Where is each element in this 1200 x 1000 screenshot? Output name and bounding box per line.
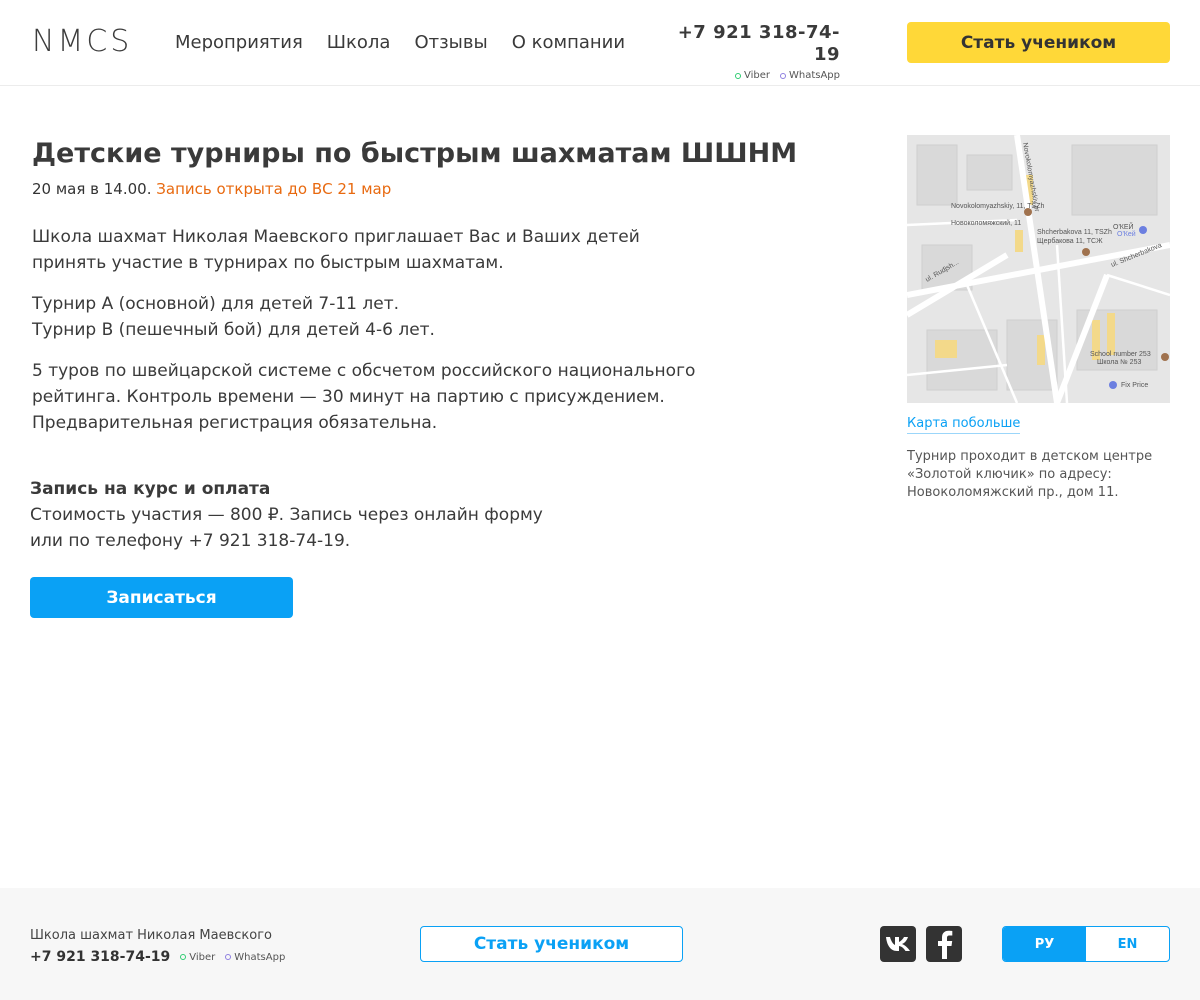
footer-viber-link[interactable]: Viber xyxy=(180,952,215,963)
footer-messengers: Viber WhatsApp xyxy=(180,952,285,963)
whatsapp-link[interactable]: WhatsApp xyxy=(779,70,840,82)
footer-whatsapp-label: WhatsApp xyxy=(234,951,286,963)
registration-status: Запись открыта до ВС 21 мар xyxy=(156,180,392,198)
map-label-addr2-ru: Щербакова 11, ТСЖ xyxy=(1037,237,1103,245)
lang-en[interactable]: EN xyxy=(1086,927,1169,961)
tournament-a: Турнир А (основной) для детей 7-11 лет. xyxy=(32,294,400,314)
event-intro: Школа шахмат Николая Маевского приглашае… xyxy=(32,224,712,276)
map-graphic: Novokolomyazhskiy pr Novokolomyazhskiy, … xyxy=(907,135,1170,403)
language-switcher: РУ EN xyxy=(1002,926,1170,962)
price-line-2: или по телефону +7 921 318-74-19. xyxy=(30,531,351,551)
event-subtitle: 20 мая в 14.00. Запись открыта до ВС 21 … xyxy=(32,178,391,200)
facebook-glyph xyxy=(938,930,953,959)
viber-link[interactable]: Viber xyxy=(734,70,770,82)
site-logo[interactable]: NMCS xyxy=(32,27,132,57)
site-footer: Школа шахмат Николая Маевского +7 921 31… xyxy=(0,888,1200,1000)
event-tournaments: Турнир А (основной) для детей 7-11 лет. … xyxy=(32,291,712,343)
whatsapp-label: WhatsApp xyxy=(788,70,840,81)
whatsapp-icon xyxy=(225,954,232,960)
viber-icon xyxy=(180,954,187,960)
tournament-b: Турнир B (пешечный бой) для детей 4-6 ле… xyxy=(32,320,435,340)
event-date: 20 мая в 14.00. xyxy=(32,180,152,198)
footer-viber-label: Viber xyxy=(189,951,216,963)
vk-icon[interactable] xyxy=(880,926,916,962)
event-rules: 5 туров по швейцарской системе с обсчето… xyxy=(32,361,696,433)
event-intro-text: Школа шахмат Николая Маевского приглашае… xyxy=(32,227,640,273)
vk-glyph xyxy=(886,937,910,951)
whatsapp-icon xyxy=(779,73,786,79)
map-label-addr1-ru: Новоколомяжский, 11 xyxy=(951,219,1021,227)
price-info: Стоимость участия — 800 ₽. Запись через … xyxy=(30,502,550,554)
viber-label: Viber xyxy=(743,70,770,81)
map-label-okey2: О'Кей xyxy=(1117,230,1136,238)
site-header: NMCS Мероприятия Школа Отзывы О компании… xyxy=(0,0,1200,86)
facebook-icon[interactable] xyxy=(926,926,962,962)
location-map[interactable]: Novokolomyazhskiy pr Novokolomyazhskiy, … xyxy=(907,135,1170,403)
viber-icon xyxy=(734,73,741,79)
footer-whatsapp-link[interactable]: WhatsApp xyxy=(225,952,285,963)
footer-become-student-button[interactable]: Стать учеником xyxy=(420,926,683,962)
nav-item-events[interactable]: Мероприятия xyxy=(175,31,303,55)
header-contacts: +7 921 318-74-19 Viber WhatsApp xyxy=(674,22,840,82)
payment-section-title: Запись на курс и оплата xyxy=(30,479,271,499)
page-title: Детские турниры по быстрым шахматам ШШНМ xyxy=(32,138,798,169)
header-messengers: Viber WhatsApp xyxy=(674,70,840,82)
footer-phone[interactable]: +7 921 318-74-19 xyxy=(30,949,170,965)
lang-ru[interactable]: РУ xyxy=(1003,927,1086,961)
nav-item-reviews[interactable]: Отзывы xyxy=(414,31,487,55)
footer-school-name: Школа шахмат Николая Маевского xyxy=(30,928,272,943)
become-student-button[interactable]: Стать учеником xyxy=(907,22,1170,63)
map-label-addr1: Novokolomyazhskiy, 11, TSZh xyxy=(951,203,1044,210)
nav-item-school[interactable]: Школа xyxy=(327,31,391,55)
header-phone[interactable]: +7 921 318-74-19 xyxy=(674,22,840,66)
footer-contacts: +7 921 318-74-19 Viber WhatsApp xyxy=(30,949,285,965)
price-line-1: Стоимость участия — 800 ₽. Запись через … xyxy=(30,505,543,525)
venue-note: Турнир проходит в детском центре «Золото… xyxy=(907,449,1153,500)
map-label-school-ru: Школа № 253 xyxy=(1097,359,1141,366)
map-label-okey: О'КЕЙ xyxy=(1113,222,1134,231)
signup-button[interactable]: Записаться xyxy=(30,577,293,618)
main-nav: Мероприятия Школа Отзывы О компании xyxy=(175,31,649,55)
map-label-addr2: Shcherbakova 11, TSZh xyxy=(1037,229,1112,236)
nav-item-about[interactable]: О компании xyxy=(512,31,625,55)
bigger-map-link[interactable]: Карта побольше xyxy=(907,415,1021,434)
map-label-school: School number 253 xyxy=(1090,351,1151,358)
map-label-fixprice: Fix Price xyxy=(1121,382,1148,389)
